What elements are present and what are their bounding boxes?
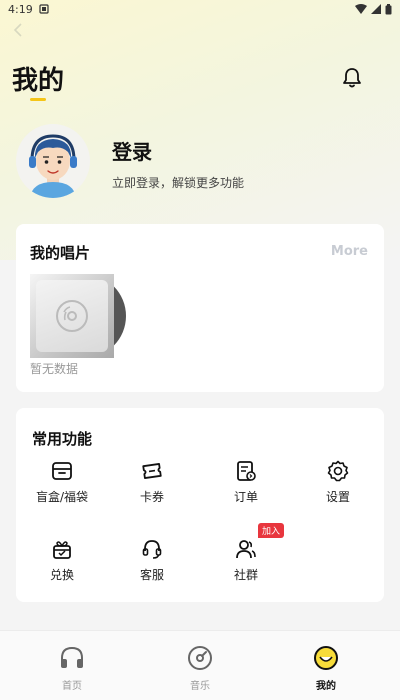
battery-icon	[385, 3, 392, 14]
records-card: 我的唱片 More 暂无数据	[16, 224, 384, 392]
status-time: 4:19	[8, 2, 33, 16]
order-icon	[237, 461, 256, 481]
feature-settings[interactable]: 设置	[294, 460, 382, 505]
login-hint: 立即登录，解锁更多功能	[112, 176, 245, 190]
bottom-tab-bar: 首页 音乐 我的	[0, 630, 400, 700]
more-link[interactable]: More	[331, 244, 368, 259]
smiley-icon	[314, 646, 338, 670]
feature-label: 卡券	[139, 490, 164, 504]
feature-label: 设置	[325, 490, 350, 504]
login-button[interactable]: 登录	[112, 136, 152, 165]
title-underline	[30, 98, 46, 101]
empty-state-text: 暂无数据	[30, 362, 79, 376]
tab-label: 音乐	[190, 681, 210, 692]
features-card: 常用功能 盲盒/福袋 卡券 订单 设置 兑换 客服 社群 加入	[16, 408, 384, 602]
feature-label: 社群	[233, 568, 258, 582]
records-title: 我的唱片	[30, 244, 91, 262]
feature-label: 兑换	[49, 568, 74, 582]
signal-icon	[371, 4, 381, 14]
feature-label: 订单	[233, 490, 258, 504]
feature-orders[interactable]: 订单	[202, 460, 290, 505]
record-cover-placeholder[interactable]	[30, 274, 114, 358]
join-badge: 加入	[258, 523, 285, 538]
page-title: 我的	[12, 66, 65, 96]
wifi-icon	[355, 4, 367, 14]
box-icon	[52, 462, 72, 480]
notification-icon	[39, 4, 49, 14]
avatar-illustration	[29, 134, 77, 198]
tab-music[interactable]: 音乐	[160, 645, 240, 692]
bell-icon[interactable]	[340, 66, 364, 90]
feature-label: 盲盒/福袋	[35, 490, 89, 504]
features-title: 常用功能	[32, 430, 93, 448]
feature-redeem[interactable]: 兑换	[18, 538, 106, 583]
headphones-icon	[61, 646, 83, 668]
feature-blind-box[interactable]: 盲盒/福袋	[18, 460, 106, 505]
gear-icon	[327, 460, 349, 482]
status-bar: 4:19	[0, 0, 400, 18]
tab-label: 我的	[316, 681, 336, 692]
feature-customer-service[interactable]: 客服	[108, 538, 196, 583]
tab-label: 首页	[62, 681, 82, 692]
headset-icon	[142, 540, 162, 559]
disc-placeholder-icon	[56, 300, 88, 332]
feature-label: 客服	[139, 568, 164, 582]
ticket-icon	[142, 463, 162, 479]
community-icon	[236, 540, 256, 559]
back-arrow-icon[interactable]	[8, 20, 28, 40]
tab-mine[interactable]: 我的	[286, 645, 366, 692]
avatar[interactable]	[16, 124, 90, 198]
feature-community[interactable]: 社群	[202, 538, 290, 583]
feature-coupon[interactable]: 卡券	[108, 460, 196, 505]
tab-home[interactable]: 首页	[32, 645, 112, 692]
gift-icon	[53, 541, 71, 559]
disc-icon	[188, 646, 212, 670]
